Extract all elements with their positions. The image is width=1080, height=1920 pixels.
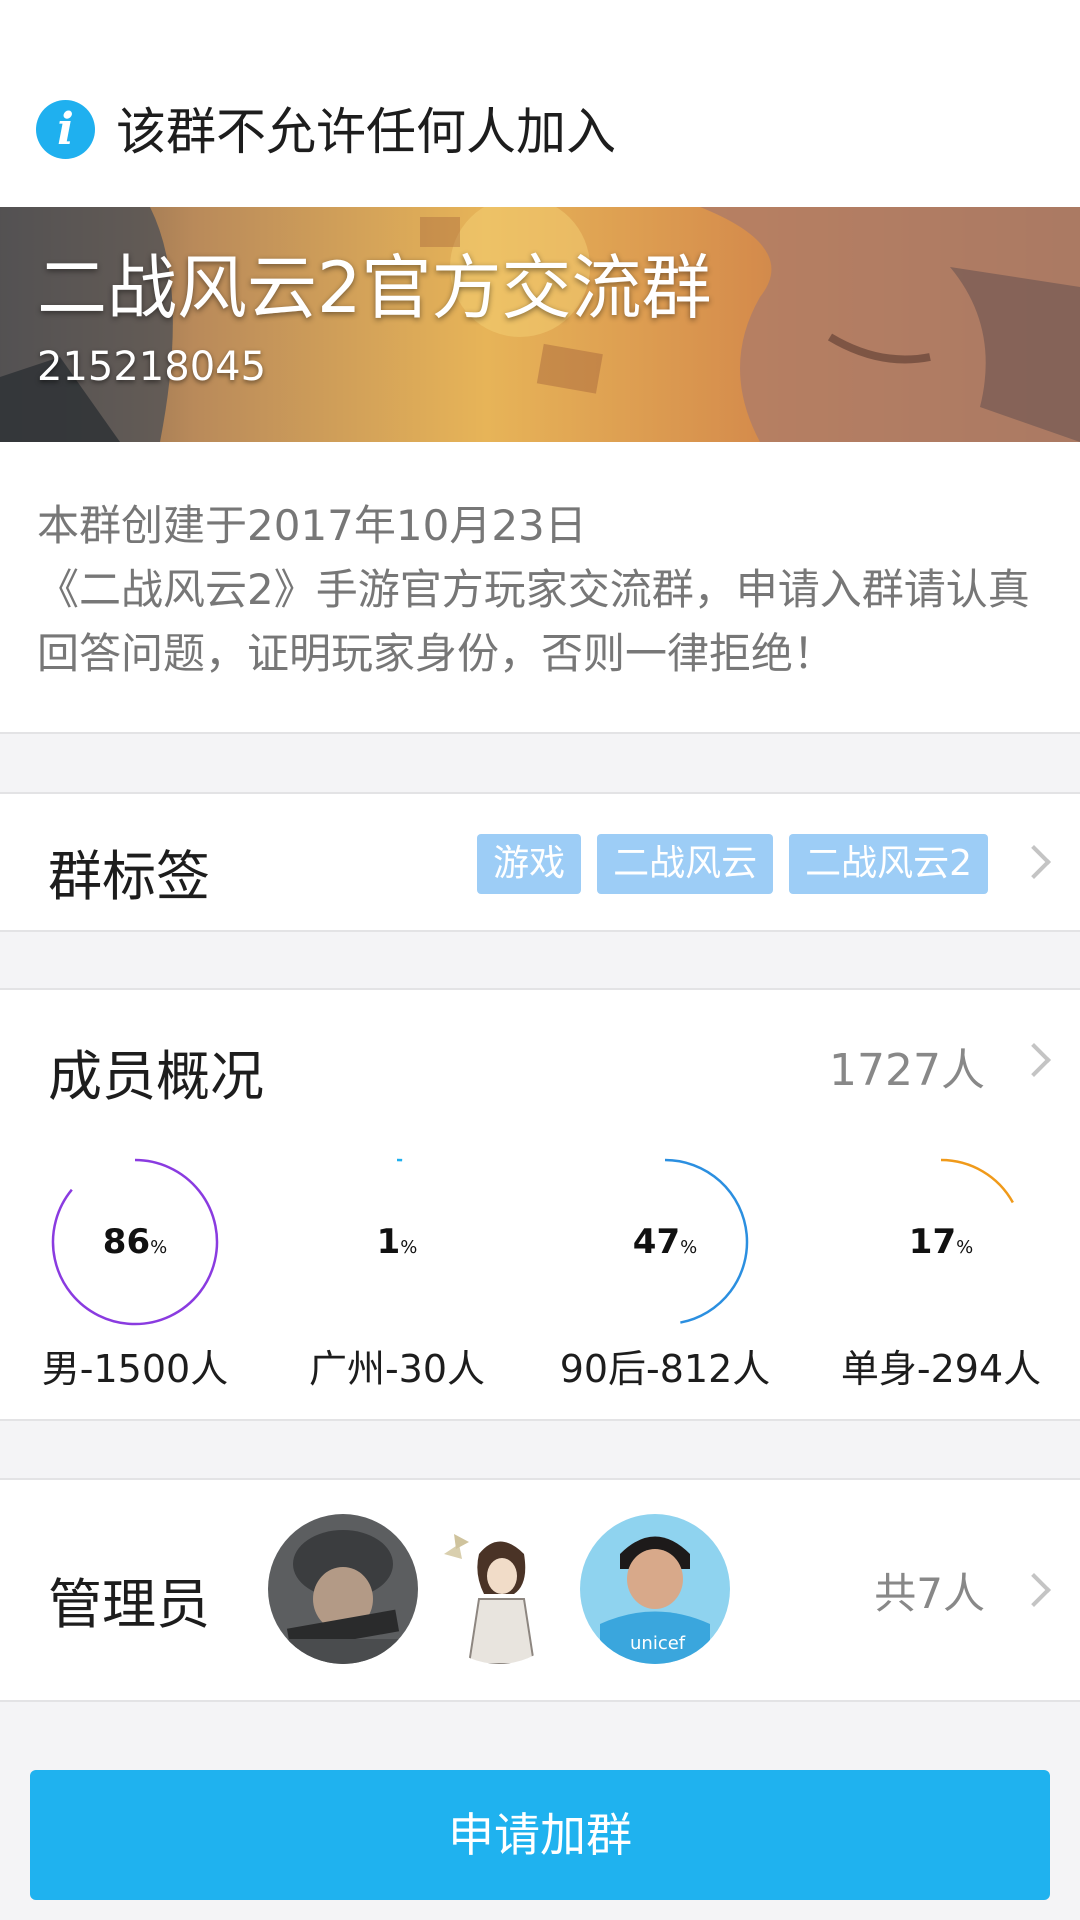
progress-arc [940,1158,1014,1204]
group-name: 二战风云2官方交流群 [37,247,712,329]
admin-avatars: unicef [268,1514,730,1664]
tags-row[interactable]: 群标签 游戏 二战风云 二战风云2 [0,792,1080,932]
stat-single: 17% 单身-294人 [806,1130,1076,1419]
created-date: 本群创建于2017年10月23日 [37,501,587,550]
stat-gender: 86% 男-1500人 [0,1130,270,1419]
avatar[interactable] [268,1514,418,1664]
stat-percent: 86% [102,1222,168,1262]
avatar[interactable]: unicef [580,1514,730,1664]
join-group-button[interactable]: 申请加群 [30,1770,1050,1900]
tags-title: 群标签 [48,845,210,908]
group-id: 215218045 [37,344,267,390]
stat-label: 广州-30人 [308,1347,486,1391]
tag-list: 游戏 二战风云 二战风云2 [477,834,988,894]
notice-bar: i 该群不允许任何人加入 [0,0,1080,207]
admins-title: 管理员 [48,1573,210,1636]
admin-count: 共7人 [874,1569,985,1618]
members-title: 成员概况 [48,1045,264,1108]
tag: 游戏 [477,834,582,894]
stat-label: 单身-294人 [840,1347,1042,1391]
svg-text:unicef: unicef [630,1633,686,1654]
chevron-right-icon [1017,845,1051,879]
info-icon: i [36,100,95,159]
tag: 二战风云 [597,834,774,894]
stat-percent: 47% [632,1222,698,1262]
stat-label: 90后-812人 [559,1347,771,1391]
description-text: 《二战风云2》手游官方玩家交流群，申请入群请认真回答问题，证明玩家身份，否则一律… [37,565,1030,678]
stat-percent: 17% [908,1222,974,1262]
members-count: 1727人 [829,1045,985,1096]
stat-percent: 1% [376,1222,418,1262]
admins-row[interactable]: 管理员 unicef 共7人 [0,1478,1080,1702]
chevron-right-icon [1017,1043,1051,1077]
stat-label: 男-1500人 [41,1347,229,1391]
tag: 二战风云2 [789,834,988,894]
chevron-right-icon [1017,1573,1051,1607]
notice-text: 该群不允许任何人加入 [116,103,616,161]
group-description: 本群创建于2017年10月23日 《二战风云2》手游官方玩家交流群，申请入群请认… [0,442,1080,734]
group-profile-page: i 该群不允许任何人加入 二战风云2官方交流群 215218045 本群创建于2… [0,0,1080,1920]
stat-city: 1% 广州-30人 [262,1130,532,1419]
members-row[interactable]: 成员概况 1727人 [0,988,1080,1132]
group-banner: 二战风云2官方交流群 215218045 [0,207,1080,442]
stat-age: 47% 90后-812人 [530,1130,800,1419]
avatar[interactable] [424,1514,574,1664]
member-stats: 86% 男-1500人 1% 广州-30人 47% 90后-812人 17% 单… [0,1130,1080,1421]
